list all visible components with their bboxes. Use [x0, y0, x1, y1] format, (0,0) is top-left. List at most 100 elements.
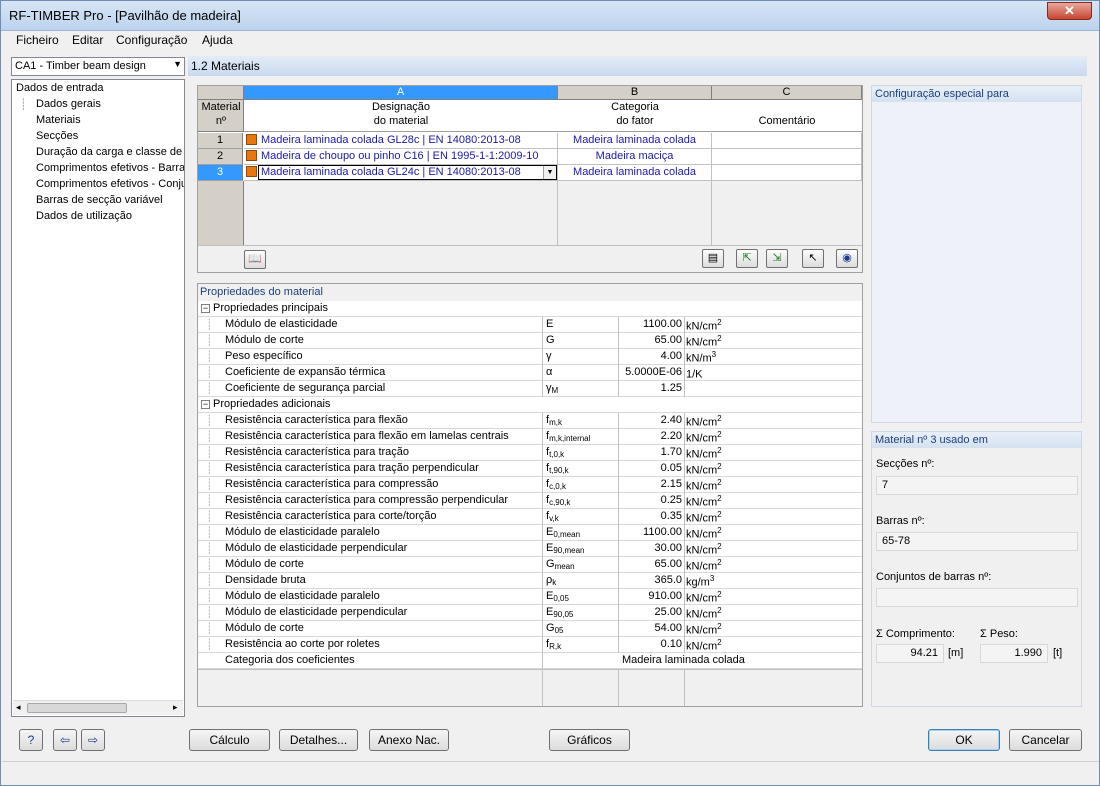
- menu-editar[interactable]: Editar: [72, 33, 103, 47]
- property-row[interactable]: ┊ Coeficiente de expansão térmica α 5.0000E…: [198, 365, 862, 381]
- edit-material-button[interactable]: ▤: [702, 249, 724, 268]
- property-row[interactable]: ┊ Módulo de elasticidade E 1100.00 kN/cm2: [198, 317, 862, 333]
- tree-horizontal-scrollbar[interactable]: ◂ ▸: [13, 700, 183, 715]
- table-cell-comment[interactable]: [712, 149, 862, 165]
- property-value[interactable]: 1100.00: [620, 526, 682, 538]
- property-row[interactable]: ┊ Resistência característica para tração f…: [198, 445, 862, 461]
- table-cell-material[interactable]: Madeira laminada colada GL28c | EN 14080…: [244, 133, 558, 149]
- collapse-icon[interactable]: −: [201, 400, 210, 409]
- category-row[interactable]: Categoria dos coeficientes Madeira lamina…: [198, 653, 862, 669]
- menu-ficheiro[interactable]: Ficheiro: [16, 33, 59, 47]
- ok-button[interactable]: OK: [928, 729, 1000, 751]
- column-letter-c[interactable]: C: [712, 86, 862, 100]
- property-value[interactable]: 365.0: [620, 574, 682, 586]
- property-value[interactable]: 910.00: [620, 590, 682, 602]
- property-value[interactable]: 30.00: [620, 542, 682, 554]
- collapse-icon[interactable]: −: [201, 304, 210, 313]
- group-additional-properties[interactable]: − Propriedades adicionais: [198, 397, 862, 413]
- help-button[interactable]: ?: [19, 729, 43, 751]
- property-row[interactable]: ┊ Módulo de elasticidade paralelo E0,mean 1…: [198, 525, 862, 541]
- property-row[interactable]: ┊ Módulo de corte G05 54.00 kN/cm2: [198, 621, 862, 637]
- tree-item-serviceability-data[interactable]: Dados de utilização: [36, 210, 132, 222]
- tree-root-input-data[interactable]: Dados de entrada: [16, 82, 103, 94]
- property-value[interactable]: 5.0000E-06: [620, 366, 682, 378]
- property-symbol: G05: [546, 622, 563, 635]
- property-row[interactable]: ┊ Resistência característica para compres…: [198, 493, 862, 509]
- tree-item-effective-lengths-sets[interactable]: Comprimentos efetivos - Conju: [36, 178, 184, 190]
- next-table-button[interactable]: ⇨: [81, 729, 105, 751]
- scroll-thumb[interactable]: [27, 703, 127, 713]
- property-value[interactable]: 2.15: [620, 478, 682, 490]
- calculation-button[interactable]: Cálculo: [189, 729, 270, 751]
- property-value[interactable]: 4.00: [620, 350, 682, 362]
- details-button[interactable]: Detalhes...: [279, 729, 358, 751]
- property-value[interactable]: 2.20: [620, 430, 682, 442]
- property-value[interactable]: 2.40: [620, 414, 682, 426]
- table-cell-category[interactable]: Madeira maciça: [558, 149, 712, 165]
- table-cell-material[interactable]: Madeira de choupo ou pinho C16 | EN 1995…: [244, 149, 558, 165]
- property-row[interactable]: ┊ Densidade bruta ρk 365.0 kg/m3: [198, 573, 862, 589]
- scroll-left-icon[interactable]: ◂: [16, 702, 21, 713]
- column-letter-b[interactable]: B: [558, 86, 712, 100]
- property-value[interactable]: 25.00: [620, 606, 682, 618]
- property-row[interactable]: ┊ Coeficiente de segurança parcial γM 1.25: [198, 381, 862, 397]
- property-row[interactable]: ┊ Módulo de elasticidade perpendicular E90…: [198, 605, 862, 621]
- property-row[interactable]: ┊ Módulo de elasticidade paralelo E0,05 910…: [198, 589, 862, 605]
- property-value[interactable]: 65.00: [620, 558, 682, 570]
- material-dropdown[interactable]: Madeira laminada colada GL24c | EN 14080…: [258, 165, 557, 180]
- property-row[interactable]: ┊ Resistência característica para corte/t…: [198, 509, 862, 525]
- property-value[interactable]: 0.10: [620, 638, 682, 650]
- view-button[interactable]: ◉: [836, 249, 858, 268]
- property-row[interactable]: ┊ Módulo de elasticidade perpendicular E90…: [198, 541, 862, 557]
- property-row[interactable]: ┊ Módulo de corte Gmean 65.00 kN/cm2: [198, 557, 862, 573]
- property-value[interactable]: 0.05: [620, 462, 682, 474]
- row-number[interactable]: 1: [198, 133, 243, 149]
- property-unit: kN/cm2: [686, 478, 722, 493]
- previous-table-button[interactable]: ⇦: [53, 729, 77, 751]
- row-number[interactable]: 2: [198, 149, 243, 165]
- table-cell-category[interactable]: Madeira laminada colada: [558, 133, 712, 149]
- property-row[interactable]: ┊ Resistência ao corte por roletes fR,k 0.1…: [198, 637, 862, 653]
- property-row[interactable]: ┊ Resistência característica para tração …: [198, 461, 862, 477]
- tree-item-load-duration[interactable]: Duração da carga e classe de u: [36, 146, 184, 158]
- tree-item-effective-lengths-members[interactable]: Comprimentos efetivos - Barras: [36, 162, 184, 174]
- tree-item-sections[interactable]: Secções: [36, 130, 78, 142]
- table-cell-comment[interactable]: [712, 133, 862, 149]
- export-button[interactable]: ⇲: [766, 249, 788, 268]
- property-value[interactable]: 54.00: [620, 622, 682, 634]
- tree-item-tapered-members[interactable]: Barras de secção variável: [36, 194, 163, 206]
- table-cell-category[interactable]: Madeira laminada colada: [558, 165, 712, 181]
- menu-configuracao[interactable]: Configuração: [116, 33, 187, 47]
- scroll-right-icon[interactable]: ▸: [173, 702, 178, 713]
- property-value[interactable]: 1.70: [620, 446, 682, 458]
- case-select[interactable]: CA1 - Timber beam design ▼: [11, 57, 185, 76]
- national-annex-button[interactable]: Anexo Nac.: [369, 729, 449, 751]
- property-value[interactable]: 0.25: [620, 494, 682, 506]
- dropdown-arrow-icon[interactable]: ▼: [543, 166, 556, 179]
- unit-exponent: 2: [717, 318, 722, 327]
- property-row[interactable]: ┊ Módulo de corte G 65.00 kN/cm2: [198, 333, 862, 349]
- property-value[interactable]: 65.00: [620, 334, 682, 346]
- table-cell-comment[interactable]: [712, 165, 862, 181]
- property-value[interactable]: 1100.00: [620, 318, 682, 330]
- property-row[interactable]: ┊ Peso específico γ 4.00 kN/m3: [198, 349, 862, 365]
- property-row[interactable]: ┊ Resistência característica para flexão f…: [198, 413, 862, 429]
- close-button[interactable]: ✕: [1047, 2, 1092, 20]
- column-letter-a[interactable]: A: [244, 86, 558, 100]
- cancel-button[interactable]: Cancelar: [1009, 729, 1082, 751]
- category-value[interactable]: Madeira laminada colada: [622, 654, 745, 666]
- material-library-button[interactable]: 📖: [244, 250, 266, 269]
- pick-button[interactable]: ↖: [802, 249, 824, 268]
- property-value[interactable]: 1.25: [620, 382, 682, 394]
- property-row[interactable]: ┊ Resistência característica para flexão …: [198, 429, 862, 445]
- property-row[interactable]: ┊ Resistência característica para compres…: [198, 477, 862, 493]
- menu-ajuda[interactable]: Ajuda: [202, 33, 233, 47]
- graphics-button[interactable]: Gráficos: [549, 729, 630, 751]
- property-value[interactable]: 0.35: [620, 510, 682, 522]
- row-number-selected[interactable]: 3: [198, 165, 243, 181]
- unit-exponent: 2: [717, 414, 722, 423]
- import-button[interactable]: ⇱: [736, 249, 758, 268]
- group-main-properties[interactable]: − Propriedades principais: [198, 301, 862, 317]
- tree-item-materials[interactable]: Materiais: [36, 114, 81, 126]
- tree-item-general-data[interactable]: Dados gerais: [36, 98, 101, 110]
